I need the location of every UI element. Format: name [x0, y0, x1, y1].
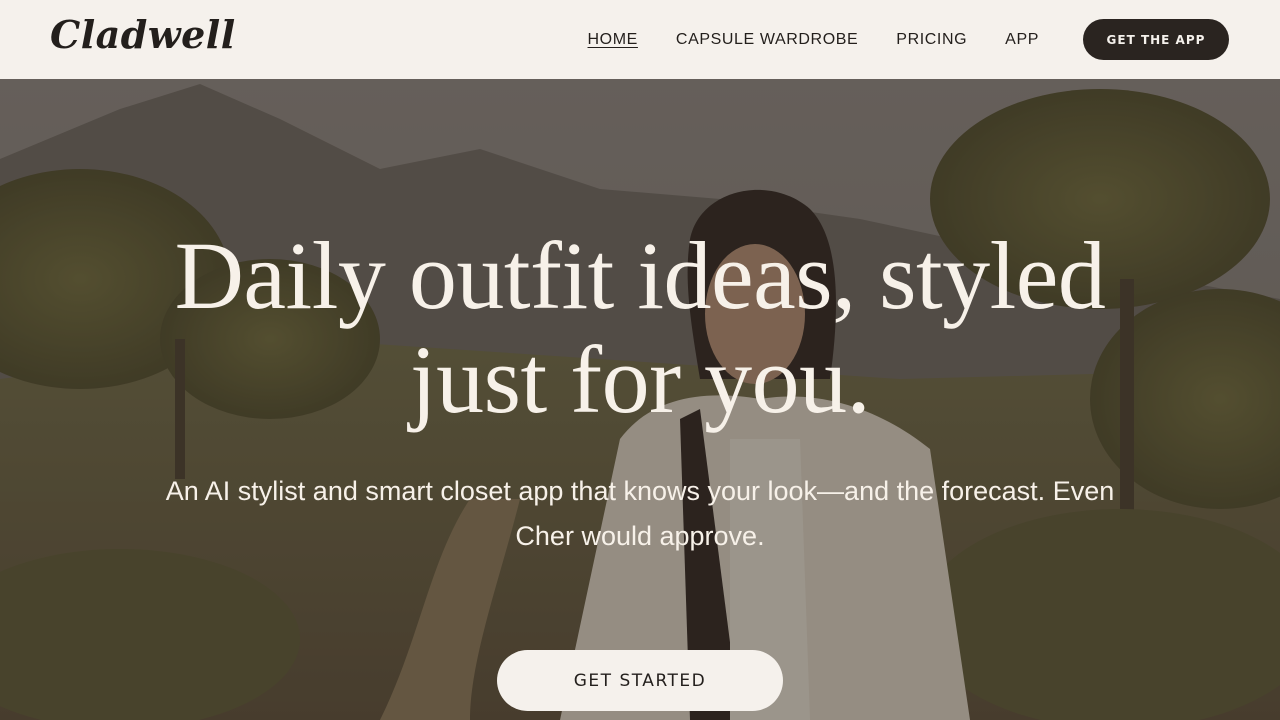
main-nav: HOME CAPSULE WARDROBE PRICING APP: [588, 30, 1039, 50]
hero-headline-line-2: just for you.: [409, 326, 871, 433]
get-the-app-button[interactable]: GET THE APP: [1083, 19, 1229, 60]
hero-headline: Daily outfit ideas, styled just for you.: [0, 224, 1280, 432]
nav-home[interactable]: HOME: [588, 30, 638, 50]
logo[interactable]: Cladwell: [50, 12, 236, 57]
nav-app[interactable]: APP: [1005, 30, 1039, 50]
site-header: Cladwell HOME CAPSULE WARDROBE PRICING A…: [0, 0, 1280, 79]
nav-pricing[interactable]: PRICING: [896, 30, 967, 50]
hero-headline-line-1: Daily outfit ideas, styled: [174, 222, 1106, 329]
nav-capsule-wardrobe[interactable]: CAPSULE WARDROBE: [676, 30, 858, 50]
hero-section: Daily outfit ideas, styled just for you.…: [0, 79, 1280, 720]
get-started-button[interactable]: GET STARTED: [497, 650, 783, 711]
hero-subheading: An AI stylist and smart closet app that …: [165, 476, 1115, 551]
